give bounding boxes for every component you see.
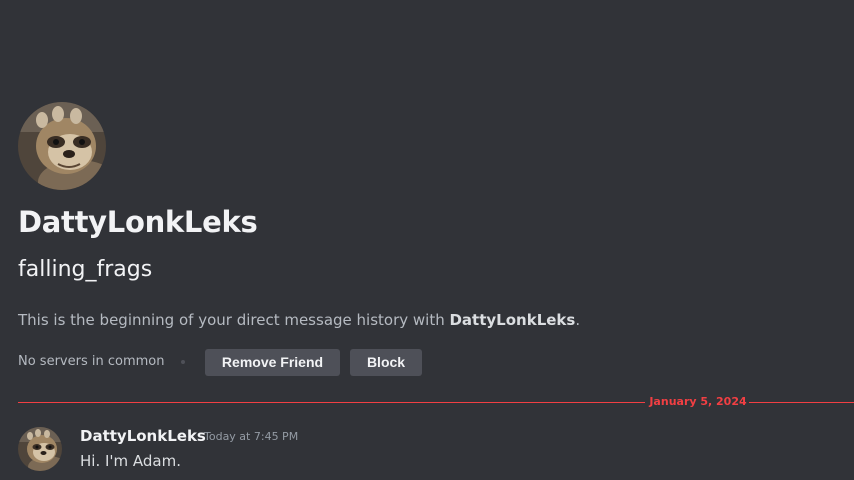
message-avatar[interactable] (18, 427, 62, 471)
message-author[interactable]: DattyLonkLeks (80, 426, 206, 446)
message-content: Hi. I'm Adam. (80, 452, 182, 470)
mutual-servers-label: No servers in common (18, 354, 165, 369)
profile-avatar[interactable] (18, 102, 106, 190)
profile-display-name: DattyLonkLeks (18, 205, 258, 239)
remove-friend-button[interactable]: Remove Friend (205, 349, 340, 376)
block-button[interactable]: Block (350, 349, 422, 376)
profile-username: falling_frags (18, 257, 153, 282)
date-divider-label: January 5, 2024 (649, 395, 747, 408)
sloth-avatar-icon (18, 102, 106, 190)
dm-history-intro-prefix: This is the beginning of your direct mes… (18, 311, 450, 329)
dm-history-intro-name: DattyLonkLeks (449, 311, 576, 329)
separator-dot (181, 360, 185, 364)
sloth-avatar-icon (18, 427, 62, 471)
date-divider-line (18, 402, 645, 403)
dm-history-intro-suffix: . (575, 311, 581, 329)
date-divider-line (749, 402, 854, 403)
message-timestamp: Today at 7:45 PM (204, 430, 299, 443)
dm-channel: DattyLonkLeks falling_frags This is the … (0, 0, 854, 480)
dm-history-intro: This is the beginning of your direct mes… (18, 309, 580, 331)
